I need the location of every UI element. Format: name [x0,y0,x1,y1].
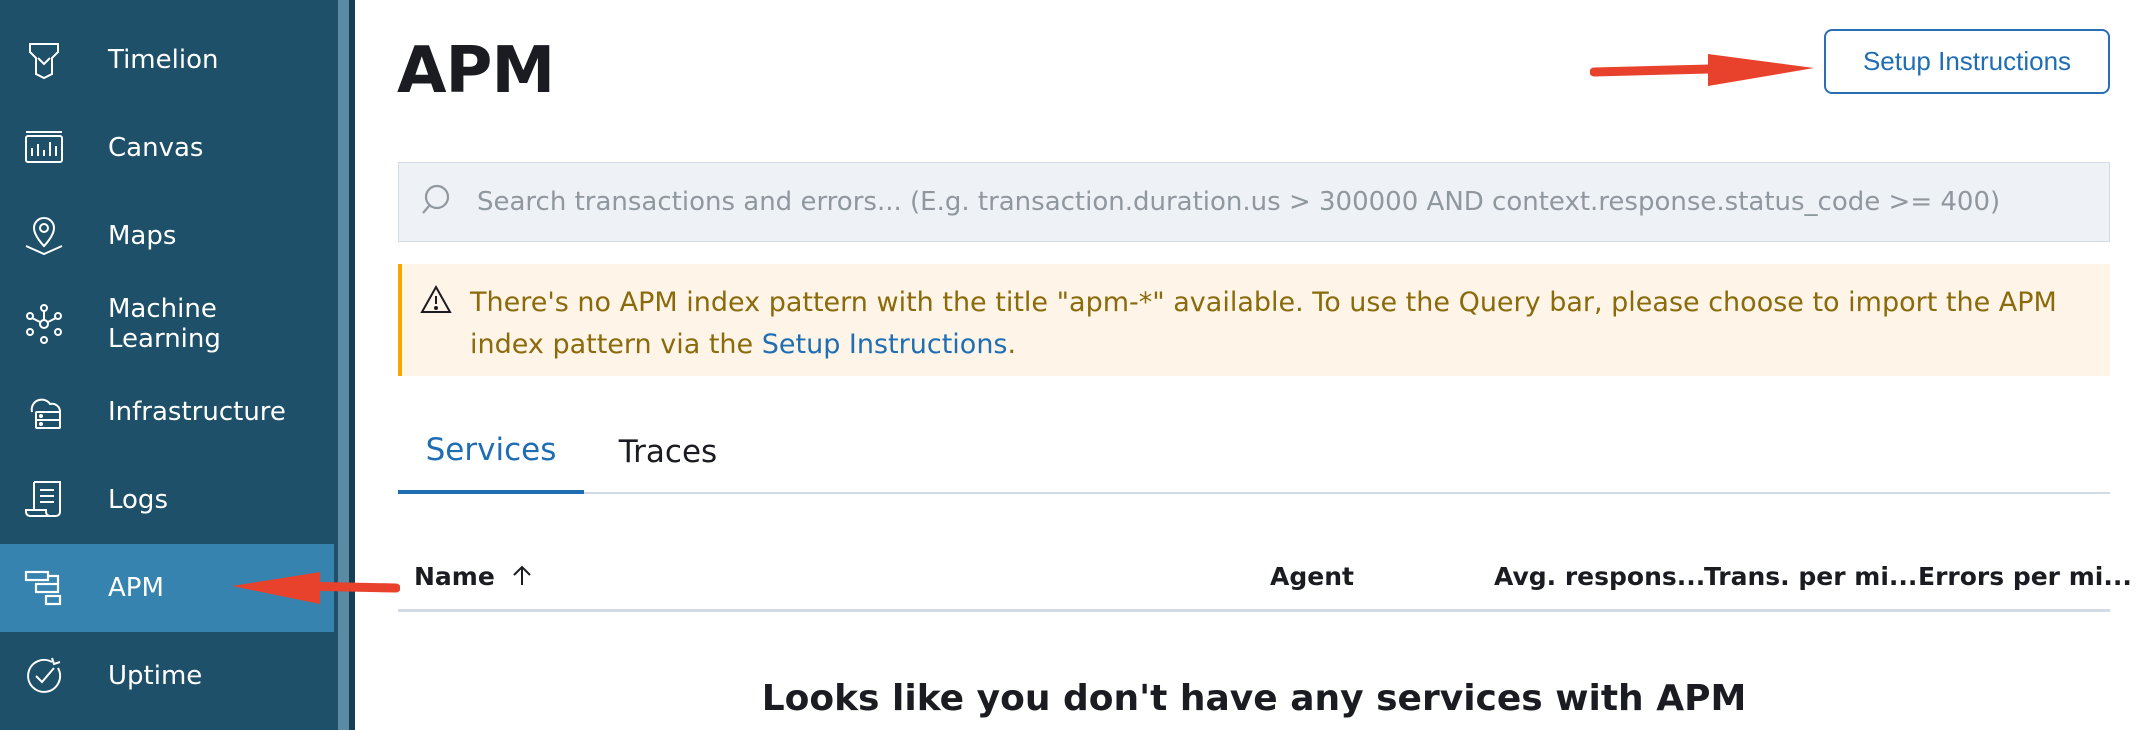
maps-icon [22,214,66,258]
sidebar-item-label: Maps [108,221,177,251]
column-header-errors-per-minute[interactable]: Errors per mi... [1918,550,2132,602]
setup-instructions-button[interactable]: Setup Instructions [1824,29,2110,94]
search-input[interactable] [477,163,2097,241]
search-icon [421,183,457,219]
sidebar-item-machine-learning[interactable]: Machine Learning [0,280,334,368]
canvas-icon [22,126,66,170]
logs-icon [22,478,66,522]
sidebar-divider [349,0,355,730]
sidebar-item-label: APM [108,573,164,603]
callout-message: There's no APM index pattern with the ti… [470,282,2090,366]
empty-state-title: Looks like you don't have any services w… [761,678,1747,719]
query-bar[interactable] [398,162,2110,242]
column-header-name[interactable]: Name [414,550,535,602]
machine-learning-icon [22,302,66,346]
warning-callout: There's no APM index pattern with the ti… [398,264,2110,376]
tab-traces[interactable]: Traces [584,410,752,494]
setup-instructions-link[interactable]: Setup Instructions [762,329,1008,360]
sidebar-item-infrastructure[interactable]: Infrastructure [0,368,334,456]
sidebar-item-label: Uptime [108,661,203,691]
annotation-arrow-icon [232,572,400,604]
sidebar-item-canvas[interactable]: Canvas [0,104,334,192]
sidebar-nav: Timelion Canvas Maps Machine Learning In… [0,0,338,730]
sidebar-item-label: Logs [108,485,168,515]
page-title: APM [397,34,555,108]
column-label: Name [414,561,495,591]
sidebar-item-maps[interactable]: Maps [0,192,334,280]
column-header-trans-per-minute[interactable]: Trans. per mi... [1704,550,1917,602]
callout-text-after: . [1007,329,1017,360]
callout-text-before: There's no APM index pattern with the ti… [470,287,2057,360]
annotation-arrow-icon [1590,54,1814,86]
uptime-icon [22,654,66,698]
infrastructure-icon [22,390,66,434]
apm-icon [22,566,66,610]
sidebar-item-logs[interactable]: Logs [0,456,334,544]
tab-services[interactable]: Services [398,410,584,494]
services-table-header: Name Agent Avg. respons... Trans. per mi… [398,550,2132,612]
sidebar-scrollbar[interactable] [338,0,349,730]
timelion-icon [22,38,66,82]
column-header-agent[interactable]: Agent [1270,550,1354,602]
warning-icon [420,284,452,316]
sidebar-item-timelion[interactable]: Timelion [0,16,334,104]
sidebar-item-label: Machine Learning [108,294,221,354]
arrow-up-icon [509,563,535,589]
column-header-avg-response[interactable]: Avg. respons... [1494,550,1705,602]
sidebar-item-label: Infrastructure [108,397,286,427]
tab-bar: Services Traces [398,410,2110,494]
sidebar-item-label: Timelion [108,45,219,75]
sidebar-item-uptime[interactable]: Uptime [0,632,334,720]
sidebar-item-label: Canvas [108,133,204,163]
